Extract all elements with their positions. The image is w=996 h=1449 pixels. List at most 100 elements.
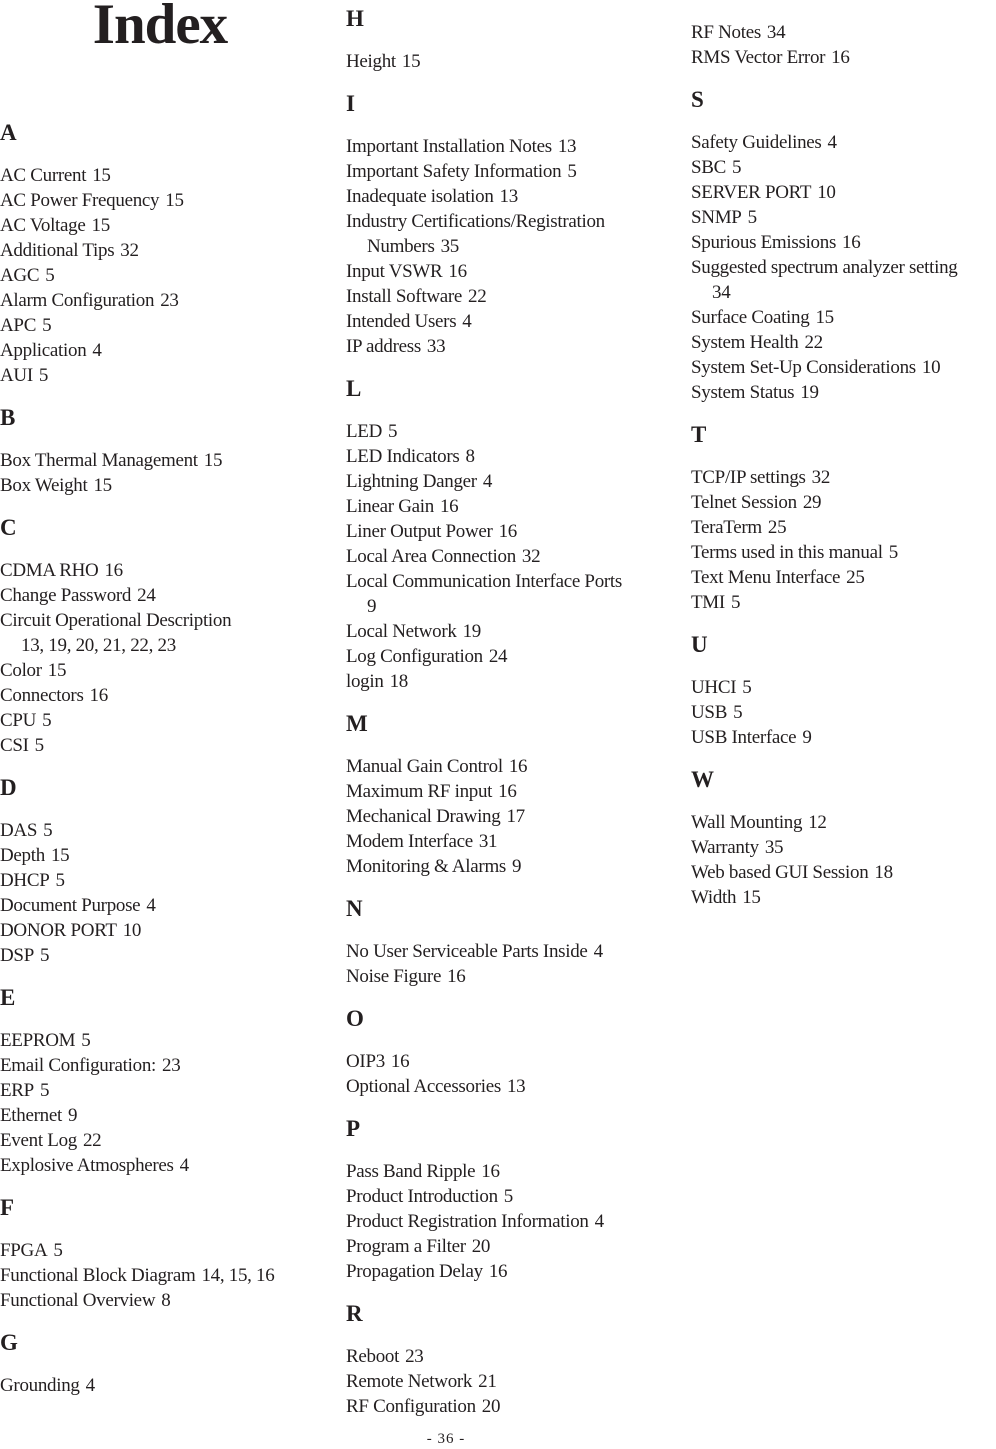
- index-page-refs[interactable]: 16: [831, 47, 850, 68]
- index-entry[interactable]: Pass Band Ripple 16: [346, 1159, 676, 1184]
- index-entry[interactable]: Remote Network 21: [346, 1369, 676, 1394]
- index-entry[interactable]: Surface Coating 15: [691, 305, 996, 330]
- index-page-refs[interactable]: 16: [489, 1261, 508, 1282]
- index-entry[interactable]: Text Menu Interface 25: [691, 565, 996, 590]
- index-page-refs[interactable]: 4: [828, 132, 838, 153]
- index-entry[interactable]: EEPROM 5: [0, 1028, 340, 1053]
- index-page-refs[interactable]: 15: [92, 215, 111, 236]
- index-page-refs[interactable]: 5: [42, 315, 52, 336]
- index-entry[interactable]: CDMA RHO 16: [0, 558, 340, 583]
- index-page-refs[interactable]: 35: [765, 837, 784, 858]
- index-entry[interactable]: TMI 5: [691, 590, 996, 615]
- index-entry[interactable]: SERVER PORT 10: [691, 180, 996, 205]
- index-entry[interactable]: No User Serviceable Parts Inside 4: [346, 939, 676, 964]
- index-entry[interactable]: RMS Vector Error 16: [691, 45, 996, 70]
- index-entry[interactable]: LED 5: [346, 419, 676, 444]
- index-page-refs[interactable]: 10: [123, 920, 142, 941]
- index-entry[interactable]: Lightning Danger 4: [346, 469, 676, 494]
- index-page-refs[interactable]: 15: [51, 845, 70, 866]
- index-entry[interactable]: Linear Gain 16: [346, 494, 676, 519]
- index-entry[interactable]: RF Configuration 20: [346, 1394, 676, 1419]
- index-page-refs[interactable]: 22: [83, 1130, 102, 1151]
- index-entry[interactable]: DHCP 5: [0, 868, 340, 893]
- index-entry[interactable]: System Status 19: [691, 380, 996, 405]
- index-page-refs[interactable]: 25: [768, 517, 787, 538]
- index-entry[interactable]: Alarm Configuration 23: [0, 288, 340, 313]
- index-page-refs[interactable]: 4: [146, 895, 156, 916]
- index-entry[interactable]: Height 15: [346, 49, 676, 74]
- index-page-refs[interactable]: 24: [489, 646, 508, 667]
- index-entry[interactable]: Modem Interface 31: [346, 829, 676, 854]
- index-page-refs[interactable]: 15: [48, 660, 67, 681]
- index-entry[interactable]: Functional Overview 8: [0, 1288, 340, 1313]
- index-page-refs[interactable]: 12: [808, 812, 827, 833]
- index-entry[interactable]: Safety Guidelines 4: [691, 130, 996, 155]
- index-page-refs[interactable]: 18: [390, 671, 409, 692]
- index-page-refs[interactable]: 8: [161, 1290, 171, 1311]
- index-page-refs[interactable]: 5: [40, 945, 50, 966]
- index-page-refs[interactable]: 5: [388, 421, 398, 442]
- index-entry[interactable]: ERP 5: [0, 1078, 340, 1103]
- index-entry[interactable]: Box Thermal Management 15: [0, 448, 340, 473]
- index-page-refs[interactable]: 15: [742, 887, 761, 908]
- index-page-refs[interactable]: 15: [204, 450, 223, 471]
- index-page-refs[interactable]: 5: [40, 1080, 50, 1101]
- index-page-refs[interactable]: 13, 19, 20, 21, 22, 23: [21, 635, 176, 656]
- index-entry[interactable]: AC Current 15: [0, 163, 340, 188]
- index-entry[interactable]: Grounding 4: [0, 1373, 340, 1398]
- index-page-refs[interactable]: 19: [800, 382, 819, 403]
- index-page-refs[interactable]: 9: [68, 1105, 78, 1126]
- index-page-refs[interactable]: 4: [180, 1155, 190, 1176]
- index-page-refs[interactable]: 4: [483, 471, 493, 492]
- index-page-refs[interactable]: 21: [478, 1371, 497, 1392]
- index-entry[interactable]: Functional Block Diagram 14, 15, 16: [0, 1263, 340, 1288]
- index-entry[interactable]: Ethernet 9: [0, 1103, 340, 1128]
- index-entry[interactable]: TeraTerm 25: [691, 515, 996, 540]
- index-page-refs[interactable]: 16: [447, 966, 466, 987]
- index-page-refs[interactable]: 31: [479, 831, 498, 852]
- index-entry[interactable]: Email Configuration: 23: [0, 1053, 340, 1078]
- index-page-refs[interactable]: 23: [405, 1346, 424, 1367]
- index-page-refs[interactable]: 22: [804, 332, 823, 353]
- index-entry[interactable]: Connectors 16: [0, 683, 340, 708]
- index-entry[interactable]: USB Interface 9: [691, 725, 996, 750]
- index-page-refs[interactable]: 4: [594, 941, 604, 962]
- index-entry[interactable]: Important Safety Information 5: [346, 159, 676, 184]
- index-page-refs[interactable]: 20: [472, 1236, 491, 1257]
- index-entry[interactable]: Intended Users 4: [346, 309, 676, 334]
- index-page-refs[interactable]: 16: [391, 1051, 410, 1072]
- index-entry[interactable]: Install Software 22: [346, 284, 676, 309]
- index-page-refs[interactable]: 17: [506, 806, 525, 827]
- index-page-refs[interactable]: 5: [748, 207, 758, 228]
- index-entry[interactable]: AGC 5: [0, 263, 340, 288]
- index-page-refs[interactable]: 23: [160, 290, 179, 311]
- index-page-refs[interactable]: 5: [45, 265, 55, 286]
- index-entry[interactable]: Terms used in this manual 5: [691, 540, 996, 565]
- index-page-refs[interactable]: 22: [468, 286, 487, 307]
- index-entry[interactable]: IP address 33: [346, 334, 676, 359]
- index-page-refs[interactable]: 16: [499, 521, 518, 542]
- index-page-refs[interactable]: 13: [558, 136, 577, 157]
- index-page-refs[interactable]: 20: [482, 1396, 501, 1417]
- index-page-refs[interactable]: 5: [733, 702, 743, 723]
- index-page-refs[interactable]: 9: [367, 596, 377, 617]
- index-entry[interactable]: Program a Filter 20: [346, 1234, 676, 1259]
- index-page-refs[interactable]: 9: [512, 856, 522, 877]
- index-page-refs[interactable]: 35: [441, 236, 460, 257]
- index-entry[interactable]: Explosive Atmospheres 4: [0, 1153, 340, 1178]
- index-page-refs[interactable]: 5: [35, 735, 45, 756]
- index-page-refs[interactable]: 14, 15, 16: [201, 1265, 274, 1286]
- index-page-refs[interactable]: 5: [732, 157, 742, 178]
- index-page-refs[interactable]: 33: [427, 336, 446, 357]
- index-page-refs[interactable]: 32: [812, 467, 831, 488]
- index-entry[interactable]: FPGA 5: [0, 1238, 340, 1263]
- index-entry[interactable]: Important Installation Notes 13: [346, 134, 676, 159]
- index-entry[interactable]: LED Indicators 8: [346, 444, 676, 469]
- index-entry[interactable]: Change Password 24: [0, 583, 340, 608]
- index-entry[interactable]: DSP 5: [0, 943, 340, 968]
- index-entry[interactable]: Propagation Delay 16: [346, 1259, 676, 1284]
- index-page-refs[interactable]: 18: [874, 862, 893, 883]
- index-entry[interactable]: DAS 5: [0, 818, 340, 843]
- index-entry[interactable]: Wall Mounting 12: [691, 810, 996, 835]
- index-page-refs[interactable]: 13: [500, 186, 519, 207]
